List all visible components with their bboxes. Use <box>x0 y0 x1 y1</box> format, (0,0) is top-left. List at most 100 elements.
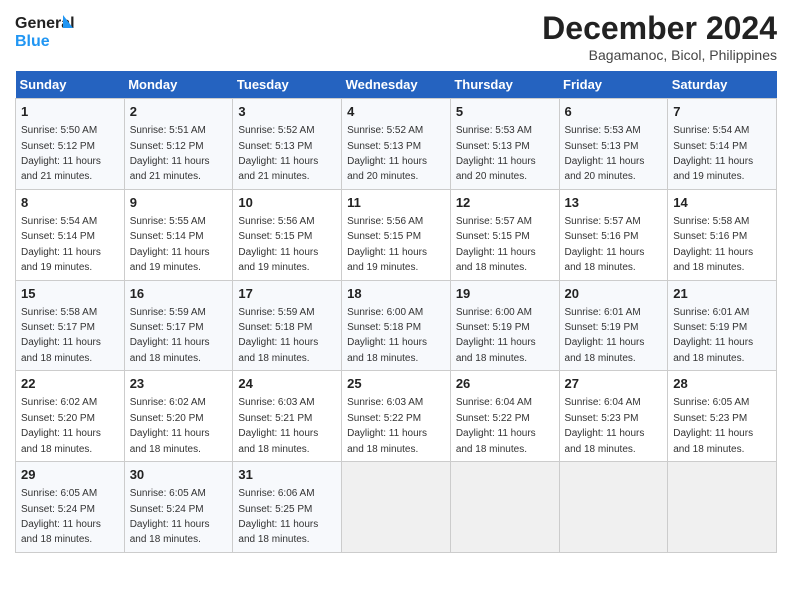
day-number: 20 <box>565 285 663 303</box>
main-title: December 2024 <box>542 10 777 47</box>
day-detail: Sunrise: 5:54 AMSunset: 5:14 PMDaylight:… <box>21 216 101 273</box>
day-number: 22 <box>21 375 119 393</box>
calendar-day-cell: 12 Sunrise: 5:57 AMSunset: 5:15 PMDayligh… <box>450 189 559 280</box>
header-cell: Friday <box>559 71 668 99</box>
calendar-day-cell: 25 Sunrise: 6:03 AMSunset: 5:22 PMDayligh… <box>342 371 451 462</box>
calendar-day-cell <box>342 462 451 553</box>
day-detail: Sunrise: 6:00 AMSunset: 5:18 PMDaylight:… <box>347 307 427 364</box>
calendar-day-cell: 21Sunrise: 6:01 AMSunset: 5:19 PMDayligh… <box>668 280 777 371</box>
calendar-week-row: 22 Sunrise: 6:02 AMSunset: 5:20 PMDayligh… <box>16 371 777 462</box>
calendar-day-cell: 31Sunrise: 6:06 AMSunset: 5:25 PMDayligh… <box>233 462 342 553</box>
calendar-week-row: 8 Sunrise: 5:54 AMSunset: 5:14 PMDaylight… <box>16 189 777 280</box>
day-number: 7 <box>673 103 771 121</box>
calendar-day-cell: 16 Sunrise: 5:59 AMSunset: 5:17 PMDayligh… <box>124 280 233 371</box>
day-number: 13 <box>565 194 663 212</box>
calendar-day-cell: 3 Sunrise: 5:52 AMSunset: 5:13 PMDaylight… <box>233 99 342 190</box>
day-number: 15 <box>21 285 119 303</box>
day-detail: Sunrise: 5:52 AMSunset: 5:13 PMDaylight:… <box>238 125 318 182</box>
calendar-day-cell: 20Sunrise: 6:01 AMSunset: 5:19 PMDayligh… <box>559 280 668 371</box>
day-detail: Sunrise: 6:04 AMSunset: 5:22 PMDaylight:… <box>456 397 536 454</box>
day-detail: Sunrise: 6:05 AMSunset: 5:24 PMDaylight:… <box>130 488 210 545</box>
day-number: 18 <box>347 285 445 303</box>
day-number: 1 <box>21 103 119 121</box>
calendar-day-cell: 14 Sunrise: 5:58 AMSunset: 5:16 PMDayligh… <box>668 189 777 280</box>
logo-icon: GeneralBlue <box>15 10 75 52</box>
calendar-day-cell: 11 Sunrise: 5:56 AMSunset: 5:15 PMDayligh… <box>342 189 451 280</box>
header-cell: Wednesday <box>342 71 451 99</box>
day-detail: Sunrise: 5:58 AMSunset: 5:17 PMDaylight:… <box>21 307 101 364</box>
day-number: 24 <box>238 375 336 393</box>
calendar-day-cell: 28Sunrise: 6:05 AMSunset: 5:23 PMDayligh… <box>668 371 777 462</box>
svg-text:Blue: Blue <box>15 33 50 50</box>
day-number: 25 <box>347 375 445 393</box>
day-number: 5 <box>456 103 554 121</box>
calendar-day-cell: 10 Sunrise: 5:56 AMSunset: 5:15 PMDayligh… <box>233 189 342 280</box>
calendar-day-cell: 6Sunrise: 5:53 AMSunset: 5:13 PMDaylight… <box>559 99 668 190</box>
calendar-week-row: 29Sunrise: 6:05 AMSunset: 5:24 PMDayligh… <box>16 462 777 553</box>
day-detail: Sunrise: 6:04 AMSunset: 5:23 PMDaylight:… <box>565 397 645 454</box>
title-area: December 2024 Bagamanoc, Bicol, Philippi… <box>542 10 777 63</box>
calendar-day-cell: 23 Sunrise: 6:02 AMSunset: 5:20 PMDayligh… <box>124 371 233 462</box>
header: GeneralBlue December 2024 Bagamanoc, Bic… <box>15 10 777 63</box>
day-detail: Sunrise: 6:02 AMSunset: 5:20 PMDaylight:… <box>130 397 210 454</box>
day-number: 26 <box>456 375 554 393</box>
calendar-day-cell: 1 Sunrise: 5:50 AMSunset: 5:12 PMDaylight… <box>16 99 125 190</box>
day-detail: Sunrise: 5:53 AMSunset: 5:13 PMDaylight:… <box>456 125 536 182</box>
header-cell: Tuesday <box>233 71 342 99</box>
calendar-day-cell: 30 Sunrise: 6:05 AMSunset: 5:24 PMDayligh… <box>124 462 233 553</box>
day-number: 31 <box>238 466 336 484</box>
calendar-day-cell: 4 Sunrise: 5:52 AMSunset: 5:13 PMDaylight… <box>342 99 451 190</box>
day-number: 10 <box>238 194 336 212</box>
calendar-day-cell: 8 Sunrise: 5:54 AMSunset: 5:14 PMDaylight… <box>16 189 125 280</box>
day-number: 4 <box>347 103 445 121</box>
day-detail: Sunrise: 6:03 AMSunset: 5:21 PMDaylight:… <box>238 397 318 454</box>
calendar-day-cell <box>450 462 559 553</box>
day-number: 17 <box>238 285 336 303</box>
calendar-day-cell: 18 Sunrise: 6:00 AMSunset: 5:18 PMDayligh… <box>342 280 451 371</box>
header-cell: Thursday <box>450 71 559 99</box>
calendar-day-cell: 5 Sunrise: 5:53 AMSunset: 5:13 PMDaylight… <box>450 99 559 190</box>
header-cell: Monday <box>124 71 233 99</box>
day-detail: Sunrise: 6:05 AMSunset: 5:24 PMDaylight:… <box>21 488 101 545</box>
day-detail: Sunrise: 5:50 AMSunset: 5:12 PMDaylight:… <box>21 125 101 182</box>
day-number: 23 <box>130 375 228 393</box>
day-number: 14 <box>673 194 771 212</box>
calendar-day-cell: 7 Sunrise: 5:54 AMSunset: 5:14 PMDaylight… <box>668 99 777 190</box>
calendar-day-cell: 22Sunrise: 6:02 AMSunset: 5:20 PMDayligh… <box>16 371 125 462</box>
logo: GeneralBlue <box>15 10 75 52</box>
day-detail: Sunrise: 5:51 AMSunset: 5:12 PMDaylight:… <box>130 125 210 182</box>
day-number: 2 <box>130 103 228 121</box>
calendar-week-row: 1 Sunrise: 5:50 AMSunset: 5:12 PMDaylight… <box>16 99 777 190</box>
calendar-day-cell: 13 Sunrise: 5:57 AMSunset: 5:16 PMDayligh… <box>559 189 668 280</box>
day-number: 16 <box>130 285 228 303</box>
calendar-day-cell: 9Sunrise: 5:55 AMSunset: 5:14 PMDaylight… <box>124 189 233 280</box>
day-number: 3 <box>238 103 336 121</box>
day-detail: Sunrise: 5:59 AMSunset: 5:17 PMDaylight:… <box>130 307 210 364</box>
calendar-day-cell: 17 Sunrise: 5:59 AMSunset: 5:18 PMDayligh… <box>233 280 342 371</box>
day-detail: Sunrise: 5:54 AMSunset: 5:14 PMDaylight:… <box>673 125 753 182</box>
calendar-day-cell: 19Sunrise: 6:00 AMSunset: 5:19 PMDayligh… <box>450 280 559 371</box>
header-row: SundayMondayTuesdayWednesdayThursdayFrid… <box>16 71 777 99</box>
day-number: 19 <box>456 285 554 303</box>
day-number: 12 <box>456 194 554 212</box>
day-detail: Sunrise: 5:52 AMSunset: 5:13 PMDaylight:… <box>347 125 427 182</box>
day-number: 30 <box>130 466 228 484</box>
day-detail: Sunrise: 5:57 AMSunset: 5:16 PMDaylight:… <box>565 216 645 273</box>
header-cell: Sunday <box>16 71 125 99</box>
day-detail: Sunrise: 5:56 AMSunset: 5:15 PMDaylight:… <box>238 216 318 273</box>
day-detail: Sunrise: 6:05 AMSunset: 5:23 PMDaylight:… <box>673 397 753 454</box>
header-cell: Saturday <box>668 71 777 99</box>
day-detail: Sunrise: 5:58 AMSunset: 5:16 PMDaylight:… <box>673 216 753 273</box>
day-detail: Sunrise: 5:53 AMSunset: 5:13 PMDaylight:… <box>565 125 645 182</box>
calendar-day-cell: 29Sunrise: 6:05 AMSunset: 5:24 PMDayligh… <box>16 462 125 553</box>
day-detail: Sunrise: 6:03 AMSunset: 5:22 PMDaylight:… <box>347 397 427 454</box>
day-number: 8 <box>21 194 119 212</box>
day-detail: Sunrise: 5:59 AMSunset: 5:18 PMDaylight:… <box>238 307 318 364</box>
day-detail: Sunrise: 6:01 AMSunset: 5:19 PMDaylight:… <box>673 307 753 364</box>
calendar-day-cell: 2 Sunrise: 5:51 AMSunset: 5:12 PMDaylight… <box>124 99 233 190</box>
day-detail: Sunrise: 5:57 AMSunset: 5:15 PMDaylight:… <box>456 216 536 273</box>
day-detail: Sunrise: 5:56 AMSunset: 5:15 PMDaylight:… <box>347 216 427 273</box>
calendar-day-cell: 24 Sunrise: 6:03 AMSunset: 5:21 PMDayligh… <box>233 371 342 462</box>
day-number: 11 <box>347 194 445 212</box>
day-number: 9 <box>130 194 228 212</box>
